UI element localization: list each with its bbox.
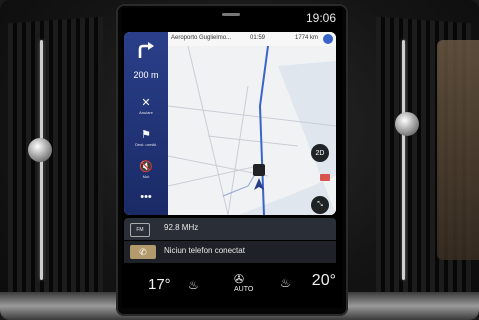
map-roads — [168, 46, 336, 215]
vent-knob-left — [28, 138, 52, 162]
cancel-route-label: Anulare — [139, 110, 153, 115]
view-mode-label: 2D — [315, 149, 325, 157]
phone-icon: ✆ — [130, 245, 156, 259]
remaining-distance: 1774 km — [294, 35, 318, 41]
infotainment-screen: 19:06 200 m ✕ Anulare ⚑ Dest. următ. � — [122, 8, 342, 308]
destination-name: Aeroporto Guglielmo... — [171, 35, 232, 41]
climate-bar: 17° ♨ ✇ AUTO ♨ 20° — [122, 266, 342, 308]
next-destination-label: Dest. următ. — [135, 142, 157, 147]
navigation-tile[interactable]: 200 m ✕ Anulare ⚑ Dest. următ. 🔇 Mut ••• — [124, 32, 336, 215]
status-bar: 19:06 — [122, 8, 342, 30]
zoom-button[interactable]: ⤡ — [311, 196, 329, 214]
dashboard-photo: 19:06 200 m ✕ Anulare ⚑ Dest. următ. � — [0, 0, 479, 320]
route-info-bar: Aeroporto Guglielmo... 01:59 1774 km — [168, 32, 336, 46]
climate-auto-label[interactable]: AUTO — [234, 286, 253, 293]
view-mode-button[interactable]: 2D — [311, 144, 329, 162]
vent-control-bar-right — [402, 40, 405, 280]
air-vent-left — [8, 16, 103, 304]
map-view[interactable]: Aeroporto Guglielmo... 01:59 1774 km 2D … — [168, 32, 336, 215]
close-icon: ✕ — [141, 97, 151, 109]
seat-heating-icon[interactable]: ♨ — [188, 278, 199, 292]
wood-trim — [437, 40, 479, 260]
flag-icon: ⚑ — [141, 129, 151, 141]
route-options-icon[interactable] — [323, 34, 333, 44]
phone-status: Niciun telefon conectat — [164, 246, 245, 255]
zoom-icon: ⤡ — [317, 201, 323, 208]
passenger-temperature[interactable]: 20° — [312, 272, 336, 290]
phone-tile[interactable]: ✆ Niciun telefon conectat — [124, 241, 336, 263]
next-destination-button[interactable]: ⚑ Dest. următ. — [124, 128, 168, 158]
next-turn-distance: 200 m — [133, 70, 159, 80]
radio-frequency: 92.8 MHz — [164, 223, 199, 232]
passenger-seat-icon[interactable]: ♨ — [280, 276, 291, 290]
navigation-sidebar: 200 m ✕ Anulare ⚑ Dest. următ. 🔇 Mut ••• — [124, 32, 168, 215]
mute-icon: 🔇 — [139, 161, 153, 173]
radio-icon: FM — [130, 223, 150, 237]
cancel-route-button[interactable]: ✕ Anulare — [124, 96, 168, 126]
fan-icon[interactable]: ✇ — [234, 272, 244, 286]
radio-tile[interactable]: FM 92.8 MHz — [124, 218, 336, 240]
clock: 19:06 — [305, 11, 336, 25]
car-position-icon — [254, 178, 264, 190]
destination-pin-icon — [253, 164, 265, 176]
vent-knob-right — [395, 112, 419, 136]
mute-guidance-button[interactable]: 🔇 Mut — [124, 160, 168, 190]
turn-right-arrow-icon — [138, 42, 154, 58]
poi-marker-icon — [320, 174, 330, 181]
pull-down-handle[interactable] — [222, 13, 240, 16]
more-icon: ••• — [140, 191, 152, 203]
driver-temperature[interactable]: 17° — [148, 276, 171, 293]
more-options-button[interactable]: ••• — [124, 190, 168, 215]
mute-guidance-label: Mut — [142, 174, 150, 179]
arrival-time: 01:59 — [250, 35, 266, 41]
